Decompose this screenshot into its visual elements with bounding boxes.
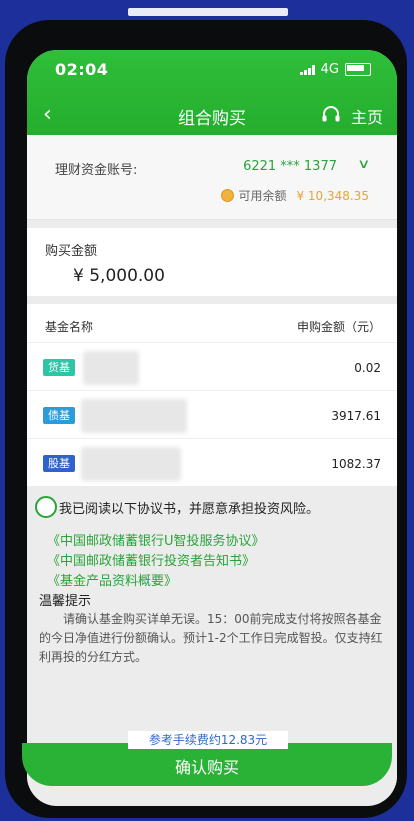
home-link[interactable]: 主页 bbox=[351, 104, 383, 128]
status-time: 02:04 bbox=[55, 60, 109, 79]
fund-amount: 3917.61 bbox=[331, 409, 381, 423]
fund-type-badge: 债基 bbox=[43, 407, 75, 424]
status-bar: 02:04 4G bbox=[45, 60, 379, 80]
fund-type-badge: 股基 bbox=[43, 455, 75, 472]
fund-table: 基金名称 申购金额（元） 货基 0.02 债基 3917.61 股基 1082.… bbox=[27, 304, 397, 486]
fund-amount: 0.02 bbox=[354, 361, 381, 375]
blurred-fund-name bbox=[83, 351, 139, 385]
tips-body: 请确认基金购买详单无误。15：00前完成支付将按照各基金的今日净值进行份额确认。… bbox=[39, 612, 383, 664]
account-number[interactable]: 6221 *** 1377 bbox=[243, 159, 337, 174]
status-indicators: 4G bbox=[299, 62, 371, 77]
fund-type-badge: 货基 bbox=[43, 359, 75, 376]
fund-table-header: 基金名称 申购金额（元） bbox=[27, 304, 397, 343]
account-label: 理财资金账号: bbox=[55, 163, 138, 178]
purchase-amount-value: ¥ 5,000.00 bbox=[73, 266, 165, 286]
app-header: 02:04 4G ‹ 组合购买 主页 bbox=[27, 50, 397, 135]
table-row: 债基 3917.61 bbox=[27, 391, 397, 439]
table-row: 货基 0.02 bbox=[27, 343, 397, 391]
tips-title: 温馨提示 bbox=[39, 594, 92, 609]
nav-bar: ‹ 组合购买 主页 bbox=[27, 98, 397, 132]
fund-amount-header: 申购金额（元） bbox=[296, 320, 381, 334]
table-row: 股基 1082.37 bbox=[27, 439, 397, 486]
fee-note: 参考手续费约12.83元 bbox=[128, 731, 288, 749]
battery-icon bbox=[345, 63, 371, 76]
balance-value: ¥ 10,348.35 bbox=[296, 188, 369, 203]
agree-checkbox[interactable] bbox=[35, 496, 57, 518]
agreement-link[interactable]: 《基金产品资料概要》 bbox=[47, 570, 177, 589]
blurred-fund-name bbox=[81, 447, 181, 481]
page-title: 组合购买 bbox=[178, 109, 246, 129]
headset-icon[interactable] bbox=[321, 106, 341, 124]
agreement-link[interactable]: 《中国邮政储蓄银行投资者告知书》 bbox=[47, 550, 255, 569]
coin-icon bbox=[221, 189, 235, 202]
account-card[interactable]: 理财资金账号: 6221 *** 1377 ∨ 可用余额 ¥ 10,348.35 bbox=[27, 135, 397, 220]
agreement-link[interactable]: 《中国邮政储蓄银行U智投服务协议》 bbox=[47, 530, 265, 549]
purchase-amount-label: 购买金额 bbox=[45, 244, 98, 259]
fund-name-header: 基金名称 bbox=[45, 320, 94, 334]
agree-statement[interactable]: 我已阅读以下协议书，并愿意承担投资风险。 bbox=[59, 498, 319, 517]
balance-label: 可用余额 bbox=[238, 189, 287, 203]
signal-icon bbox=[299, 64, 315, 75]
purchase-amount-card: 购买金额 ¥ 5,000.00 bbox=[27, 228, 397, 296]
chevron-down-icon[interactable]: ∨ bbox=[358, 157, 371, 172]
confirm-purchase-button[interactable]: 确认购买 bbox=[22, 743, 392, 786]
available-balance: 可用余额 ¥ 10,348.35 bbox=[221, 187, 369, 204]
phone-top-bar bbox=[128, 8, 288, 16]
blurred-fund-name bbox=[81, 399, 187, 433]
fund-amount: 1082.37 bbox=[331, 457, 381, 471]
phone-frame: 02:04 4G ‹ 组合购买 主页 理财资金账号: 6221 *** 1377… bbox=[5, 20, 407, 818]
app-screen: 02:04 4G ‹ 组合购买 主页 理财资金账号: 6221 *** 1377… bbox=[27, 50, 397, 806]
network-type: 4G bbox=[320, 62, 339, 77]
